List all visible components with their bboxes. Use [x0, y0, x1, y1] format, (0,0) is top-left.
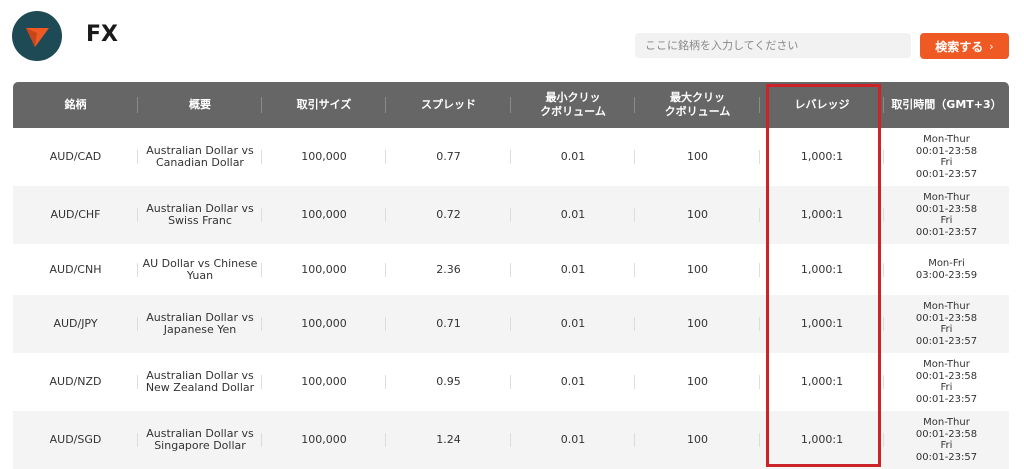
description-cell: Australian Dollar vs Swiss Franc	[138, 186, 262, 244]
instrument-table: 銘柄 概要 取引サイズ スプレッド 最小クリッ クボリューム 最大クリッ クボリ…	[13, 82, 1009, 469]
symbol-cell: AUD/SGD	[13, 411, 138, 469]
spread-cell: 2.36	[386, 244, 511, 295]
table-row: AUD/JPY Australian Dollar vs Japanese Ye…	[13, 295, 1009, 353]
trade-size-cell: 100,000	[262, 186, 386, 244]
leverage-cell: 1,000:1	[760, 244, 884, 295]
symbol-cell: AUD/CNH	[13, 244, 138, 295]
table-row: AUD/NZD Australian Dollar vs New Zealand…	[13, 353, 1009, 411]
min-volume-cell: 0.01	[511, 353, 635, 411]
column-header-symbol: 銘柄	[13, 82, 138, 128]
symbol-cell: AUD/CHF	[13, 186, 138, 244]
symbol-cell: AUD/NZD	[13, 353, 138, 411]
description-cell: AU Dollar vs Chinese Yuan	[138, 244, 262, 295]
trading-hours-cell: Mon-Fri 03:00-23:59	[915, 258, 978, 281]
table-row: AUD/CNH AU Dollar vs Chinese Yuan 100,00…	[13, 244, 1009, 295]
symbol-cell: AUD/JPY	[13, 295, 138, 353]
symbol-cell: AUD/CAD	[13, 128, 138, 186]
max-volume-cell: 100	[635, 128, 760, 186]
column-header-leverage: レバレッジ	[760, 82, 884, 128]
trading-hours-cell: Mon-Thur 00:01-23:58 Fri 00:01-23:57	[915, 134, 978, 180]
chevron-right-icon: ›	[989, 39, 994, 53]
leverage-cell: 1,000:1	[760, 411, 884, 469]
description-cell: Australian Dollar vs New Zealand Dollar	[138, 353, 262, 411]
trading-hours-cell: Mon-Thur 00:01-23:58 Fri 00:01-23:57	[915, 359, 978, 405]
min-volume-cell: 0.01	[511, 128, 635, 186]
max-volume-cell: 100	[635, 411, 760, 469]
trade-size-cell: 100,000	[262, 295, 386, 353]
max-volume-cell: 100	[635, 186, 760, 244]
page-title: FX	[86, 22, 118, 47]
column-header-trading-hours: 取引時間（GMT+3）	[891, 98, 1002, 111]
spread-cell: 1.24	[386, 411, 511, 469]
leverage-cell: 1,000:1	[760, 128, 884, 186]
trading-hours-cell: Mon-Thur 00:01-23:58 Fri 00:01-23:57	[915, 301, 978, 347]
leverage-cell: 1,000:1	[760, 186, 884, 244]
column-header-max-volume: 最大クリッ クボリューム	[635, 82, 760, 128]
spread-cell: 0.72	[386, 186, 511, 244]
table-row: AUD/SGD Australian Dollar vs Singapore D…	[13, 411, 1009, 469]
column-header-spread: スプレッド	[386, 82, 511, 128]
min-volume-cell: 0.01	[511, 186, 635, 244]
search-button[interactable]: 検索する ›	[920, 33, 1009, 59]
leverage-cell: 1,000:1	[760, 353, 884, 411]
trade-size-cell: 100,000	[262, 411, 386, 469]
trading-hours-cell: Mon-Thur 00:01-23:58 Fri 00:01-23:57	[915, 417, 978, 463]
table-row: AUD/CAD Australian Dollar vs Canadian Do…	[13, 128, 1009, 186]
trade-size-cell: 100,000	[262, 244, 386, 295]
min-volume-cell: 0.01	[511, 295, 635, 353]
description-cell: Australian Dollar vs Canadian Dollar	[138, 128, 262, 186]
description-cell: Australian Dollar vs Japanese Yen	[138, 295, 262, 353]
min-volume-cell: 0.01	[511, 244, 635, 295]
column-header-trade-size: 取引サイズ	[262, 82, 386, 128]
column-header-description: 概要	[138, 82, 262, 128]
search-button-label: 検索する	[935, 39, 984, 54]
description-cell: Australian Dollar vs Singapore Dollar	[138, 411, 262, 469]
table-header: 銘柄 概要 取引サイズ スプレッド 最小クリッ クボリューム 最大クリッ クボリ…	[13, 82, 1009, 128]
spread-cell: 0.95	[386, 353, 511, 411]
leverage-cell: 1,000:1	[760, 295, 884, 353]
max-volume-cell: 100	[635, 244, 760, 295]
table-body: AUD/CAD Australian Dollar vs Canadian Do…	[13, 128, 1009, 469]
spread-cell: 0.71	[386, 295, 511, 353]
max-volume-cell: 100	[635, 295, 760, 353]
triangle-arrow-logo-icon	[26, 28, 49, 47]
logo-icon[interactable]	[12, 11, 62, 61]
spread-cell: 0.77	[386, 128, 511, 186]
trade-size-cell: 100,000	[262, 128, 386, 186]
column-header-min-volume: 最小クリッ クボリューム	[511, 82, 635, 128]
min-volume-cell: 0.01	[511, 411, 635, 469]
max-volume-cell: 100	[635, 353, 760, 411]
trade-size-cell: 100,000	[262, 353, 386, 411]
table-row: AUD/CHF Australian Dollar vs Swiss Franc…	[13, 186, 1009, 244]
search-input[interactable]	[635, 33, 911, 58]
trading-hours-cell: Mon-Thur 00:01-23:58 Fri 00:01-23:57	[915, 192, 978, 238]
